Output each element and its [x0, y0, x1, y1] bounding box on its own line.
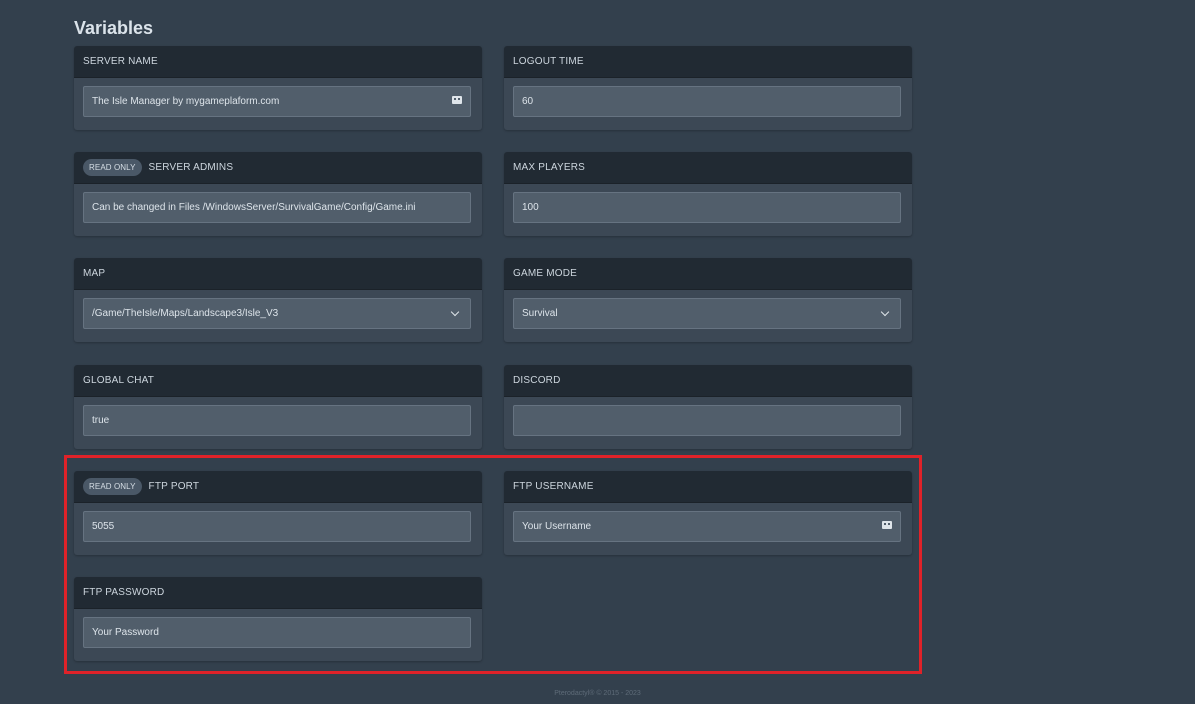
ftp-username-input[interactable]: Your Username — [513, 511, 901, 542]
card-header: GAME MODE — [504, 258, 912, 290]
field-value: 60 — [522, 96, 534, 107]
server-name-input[interactable]: The Isle Manager by mygameplaform.com — [83, 86, 471, 117]
card-header: DISCORD — [504, 365, 912, 397]
variable-label: SERVER NAME — [83, 56, 158, 67]
variable-card-discord: DISCORD — [504, 365, 912, 449]
variable-card-ftp-port: READ ONLY FTP PORT 5055 — [74, 471, 482, 555]
read-only-badge: READ ONLY — [83, 478, 142, 495]
field-value: The Isle Manager by mygameplaform.com — [92, 96, 280, 107]
card-header: MAX PLAYERS — [504, 152, 912, 184]
field-value: Survival — [522, 308, 558, 319]
field-value: Can be changed in Files /WindowsServer/S… — [92, 202, 416, 213]
variable-label: DISCORD — [513, 375, 561, 386]
logout-time-input[interactable]: 60 — [513, 86, 901, 117]
card-header: SERVER NAME — [74, 46, 482, 78]
variable-label: MAP — [83, 268, 106, 279]
variable-label: GAME MODE — [513, 268, 578, 279]
variable-card-max-players: MAX PLAYERS 100 — [504, 152, 912, 236]
max-players-input[interactable]: 100 — [513, 192, 901, 223]
card-header: READ ONLY SERVER ADMINS — [74, 152, 482, 184]
variable-label: MAX PLAYERS — [513, 162, 586, 173]
password-manager-icon[interactable] — [882, 521, 892, 529]
card-header: READ ONLY FTP PORT — [74, 471, 482, 503]
variable-card-server-name: SERVER NAME The Isle Manager by mygamepl… — [74, 46, 482, 130]
game-mode-select[interactable]: Survival — [513, 298, 901, 329]
field-value: 100 — [522, 202, 539, 213]
password-manager-icon[interactable] — [452, 96, 462, 104]
variable-label: FTP USERNAME — [513, 481, 594, 492]
discord-input[interactable] — [513, 405, 901, 436]
card-header: MAP — [74, 258, 482, 290]
variable-card-server-admins: READ ONLY SERVER ADMINS Can be changed i… — [74, 152, 482, 236]
variable-label: GLOBAL CHAT — [83, 375, 155, 386]
card-header: FTP PASSWORD — [74, 577, 482, 609]
ftp-password-input[interactable]: Your Password — [83, 617, 471, 648]
map-select[interactable]: /Game/TheIsle/Maps/Landscape3/Isle_V3 — [83, 298, 471, 329]
variable-card-global-chat: GLOBAL CHAT true — [74, 365, 482, 449]
global-chat-input[interactable]: true — [83, 405, 471, 436]
card-header: GLOBAL CHAT — [74, 365, 482, 397]
field-value: Your Password — [92, 627, 159, 638]
field-value: true — [92, 415, 110, 426]
variable-card-map: MAP /Game/TheIsle/Maps/Landscape3/Isle_V… — [74, 258, 482, 342]
field-value: Your Username — [522, 521, 592, 532]
field-value: 5055 — [92, 521, 115, 532]
variable-label: LOGOUT TIME — [513, 56, 584, 67]
card-header: FTP USERNAME — [504, 471, 912, 503]
variable-card-ftp-username: FTP USERNAME Your Username — [504, 471, 912, 555]
variable-card-game-mode: GAME MODE Survival — [504, 258, 912, 342]
page-title: Variables — [74, 18, 154, 38]
variable-label: FTP PASSWORD — [83, 587, 165, 598]
ftp-port-input: 5055 — [83, 511, 471, 542]
variable-card-ftp-password: FTP PASSWORD Your Password — [74, 577, 482, 661]
variable-label: SERVER ADMINS — [148, 162, 234, 173]
variable-label: FTP PORT — [148, 481, 200, 492]
read-only-badge: READ ONLY — [83, 159, 142, 176]
field-value: /Game/TheIsle/Maps/Landscape3/Isle_V3 — [92, 308, 279, 319]
footer-copyright: Pterodactyl® © 2015 - 2023 — [554, 690, 641, 697]
chevron-down-icon — [450, 307, 460, 317]
variable-card-logout-time: LOGOUT TIME 60 — [504, 46, 912, 130]
server-admins-input: Can be changed in Files /WindowsServer/S… — [83, 192, 471, 223]
card-header: LOGOUT TIME — [504, 46, 912, 78]
chevron-down-icon — [880, 307, 890, 317]
